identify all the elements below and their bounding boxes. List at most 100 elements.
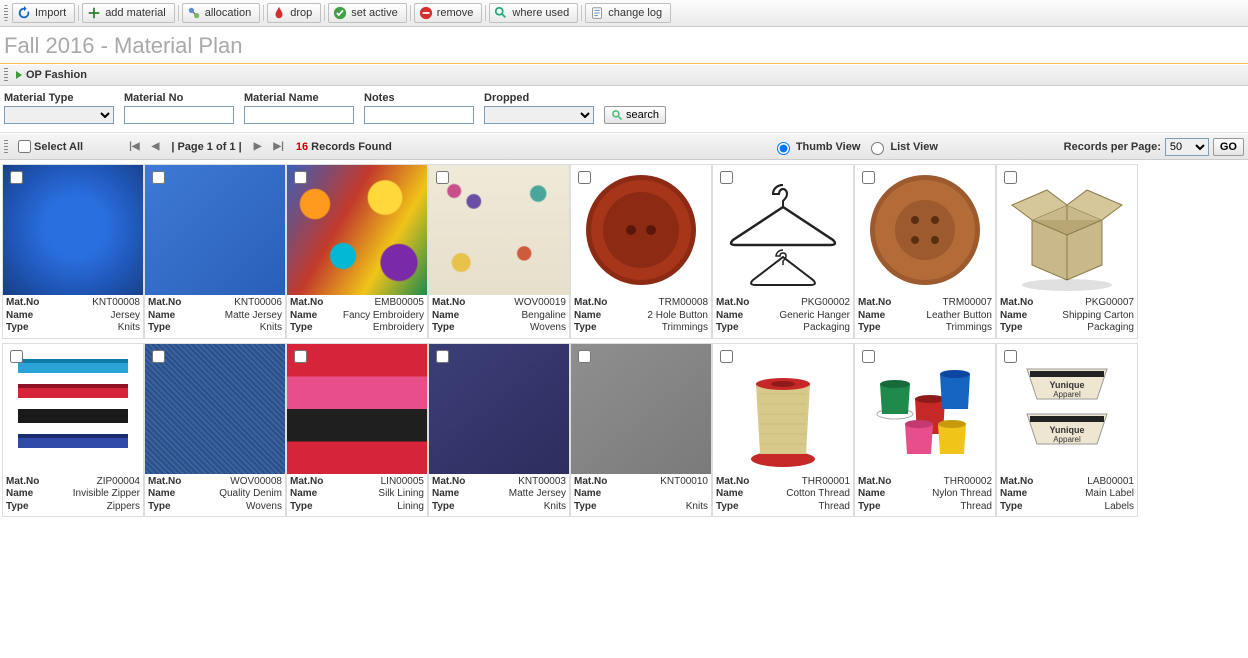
type-value: Embroidery bbox=[338, 322, 424, 335]
type-label: Type bbox=[574, 501, 622, 514]
name-label: Name bbox=[858, 310, 906, 323]
matno-value: PKG00002 bbox=[764, 297, 850, 310]
set-active-button[interactable]: set active bbox=[328, 3, 406, 23]
material-card[interactable]: Mat.NoZIP00004 NameInvisible Zipper Type… bbox=[2, 343, 144, 518]
material-card[interactable]: Mat.NoEMB00005 NameFancy Embroidery Type… bbox=[286, 164, 428, 339]
name-label: Name bbox=[148, 488, 196, 501]
material-select-checkbox[interactable] bbox=[152, 171, 165, 184]
import-button[interactable]: Import bbox=[12, 3, 75, 23]
allocation-button[interactable]: allocation bbox=[182, 3, 260, 23]
type-value: Labels bbox=[1048, 501, 1134, 514]
matno-value: THR00001 bbox=[764, 476, 850, 489]
name-value: Silk Lining bbox=[338, 488, 424, 501]
matno-label: Mat.No bbox=[716, 476, 764, 489]
thumb-view-label: Thumb View bbox=[796, 141, 861, 153]
name-value: Main Label bbox=[1048, 488, 1134, 501]
material-select-checkbox[interactable] bbox=[436, 171, 449, 184]
material-card[interactable]: Mat.NoKNT00003 NameMatte Jersey TypeKnit… bbox=[428, 343, 570, 518]
name-label: Name bbox=[716, 310, 764, 323]
material-thumbnail bbox=[287, 165, 427, 295]
material-card[interactable]: Mat.NoKNT00008 NameJersey TypeKnits bbox=[2, 164, 144, 339]
material-select-checkbox[interactable] bbox=[862, 171, 875, 184]
filter-notes-input[interactable] bbox=[364, 106, 474, 124]
material-card[interactable]: Mat.NoTRM00007 NameLeather Button TypeTr… bbox=[854, 164, 996, 339]
page-last-icon[interactable]: ▶| bbox=[273, 141, 284, 152]
material-card[interactable]: Mat.NoLIN00005 NameSilk Lining TypeLinin… bbox=[286, 343, 428, 518]
rpp-select[interactable]: 50 bbox=[1165, 138, 1209, 156]
material-card[interactable]: Mat.NoPKG00007 NameShipping Carton TypeP… bbox=[996, 164, 1138, 339]
material-select-checkbox[interactable] bbox=[10, 350, 23, 363]
list-view-radio[interactable] bbox=[871, 142, 884, 155]
material-card[interactable]: Mat.NoTRM00008 Name2 Hole Button TypeTri… bbox=[570, 164, 712, 339]
material-thumbnail bbox=[713, 344, 853, 474]
name-label: Name bbox=[574, 310, 622, 323]
plus-icon bbox=[87, 6, 101, 20]
material-select-checkbox[interactable] bbox=[1004, 171, 1017, 184]
material-select-checkbox[interactable] bbox=[720, 171, 733, 184]
records-count: 16 bbox=[296, 141, 308, 153]
material-card[interactable]: Mat.NoLAB00001 NameMain Label TypeLabels bbox=[996, 343, 1138, 518]
material-select-checkbox[interactable] bbox=[152, 350, 165, 363]
page-prev-icon[interactable]: ◀ bbox=[152, 141, 160, 152]
go-button[interactable]: GO bbox=[1213, 138, 1244, 156]
page-first-icon[interactable]: |◀ bbox=[129, 141, 140, 152]
material-select-checkbox[interactable] bbox=[862, 350, 875, 363]
matno-value: EMB00005 bbox=[338, 297, 424, 310]
where-used-button[interactable]: where used bbox=[489, 3, 578, 23]
material-card[interactable]: Mat.NoKNT00010 Name TypeKnits bbox=[570, 343, 712, 518]
material-meta: Mat.NoTHR00002 NameNylon Thread TypeThre… bbox=[855, 474, 995, 517]
material-select-checkbox[interactable] bbox=[294, 171, 307, 184]
material-card[interactable]: Mat.NoTHR00001 NameCotton Thread TypeThr… bbox=[712, 343, 854, 518]
material-card[interactable]: Mat.NoWOV00019 NameBengaline TypeWovens bbox=[428, 164, 570, 339]
type-label: Type bbox=[716, 501, 764, 514]
change-log-label: change log bbox=[608, 7, 662, 19]
select-all-checkbox[interactable] bbox=[18, 140, 31, 153]
matno-value: KNT00010 bbox=[622, 476, 708, 489]
material-thumbnail bbox=[145, 344, 285, 474]
material-meta: Mat.NoKNT00008 NameJersey TypeKnits bbox=[3, 295, 143, 338]
material-meta: Mat.NoPKG00002 NameGeneric Hanger TypePa… bbox=[713, 295, 853, 338]
material-select-checkbox[interactable] bbox=[578, 350, 591, 363]
allocation-label: allocation bbox=[205, 7, 251, 19]
filter-material-type-select[interactable] bbox=[4, 106, 114, 124]
matno-label: Mat.No bbox=[290, 297, 338, 310]
material-thumbnail bbox=[571, 344, 711, 474]
material-meta: Mat.NoWOV00008 NameQuality Denim TypeWov… bbox=[145, 474, 285, 517]
material-select-checkbox[interactable] bbox=[10, 171, 23, 184]
name-label: Name bbox=[574, 488, 622, 501]
type-value: Knits bbox=[54, 322, 140, 335]
name-label: Name bbox=[148, 310, 196, 323]
name-label: Name bbox=[432, 310, 480, 323]
material-card[interactable]: Mat.NoPKG00002 NameGeneric Hanger TypePa… bbox=[712, 164, 854, 339]
add-material-button[interactable]: add material bbox=[82, 3, 175, 23]
material-meta: Mat.NoTRM00007 NameLeather Button TypeTr… bbox=[855, 295, 995, 338]
material-select-checkbox[interactable] bbox=[1004, 350, 1017, 363]
name-value: Leather Button bbox=[906, 310, 992, 323]
material-card[interactable]: Mat.NoTHR00002 NameNylon Thread TypeThre… bbox=[854, 343, 996, 518]
material-select-checkbox[interactable] bbox=[294, 350, 307, 363]
search-button[interactable]: search bbox=[604, 106, 666, 124]
name-label: Name bbox=[1000, 310, 1048, 323]
import-label: Import bbox=[35, 7, 66, 19]
change-log-button[interactable]: change log bbox=[585, 3, 671, 23]
material-meta: Mat.NoWOV00019 NameBengaline TypeWovens bbox=[429, 295, 569, 338]
filter-dropped-select[interactable] bbox=[484, 106, 594, 124]
filter-material-no-input[interactable] bbox=[124, 106, 234, 124]
type-label: Type bbox=[6, 322, 54, 335]
matno-label: Mat.No bbox=[432, 476, 480, 489]
material-select-checkbox[interactable] bbox=[436, 350, 449, 363]
material-meta: Mat.NoTRM00008 Name2 Hole Button TypeTri… bbox=[571, 295, 711, 338]
name-label: Name bbox=[432, 488, 480, 501]
drop-button[interactable]: drop bbox=[267, 3, 321, 23]
material-select-checkbox[interactable] bbox=[578, 171, 591, 184]
material-card[interactable]: Mat.NoWOV00008 NameQuality Denim TypeWov… bbox=[144, 343, 286, 518]
material-select-checkbox[interactable] bbox=[720, 350, 733, 363]
filter-material-name-input[interactable] bbox=[244, 106, 354, 124]
type-label: Type bbox=[1000, 501, 1048, 514]
page-next-icon[interactable]: ▶ bbox=[254, 141, 262, 152]
material-card[interactable]: Mat.NoKNT00006 NameMatte Jersey TypeKnit… bbox=[144, 164, 286, 339]
remove-button[interactable]: remove bbox=[414, 3, 483, 23]
thumb-view-radio[interactable] bbox=[777, 142, 790, 155]
type-label: Type bbox=[148, 322, 196, 335]
expand-icon[interactable] bbox=[16, 71, 22, 79]
